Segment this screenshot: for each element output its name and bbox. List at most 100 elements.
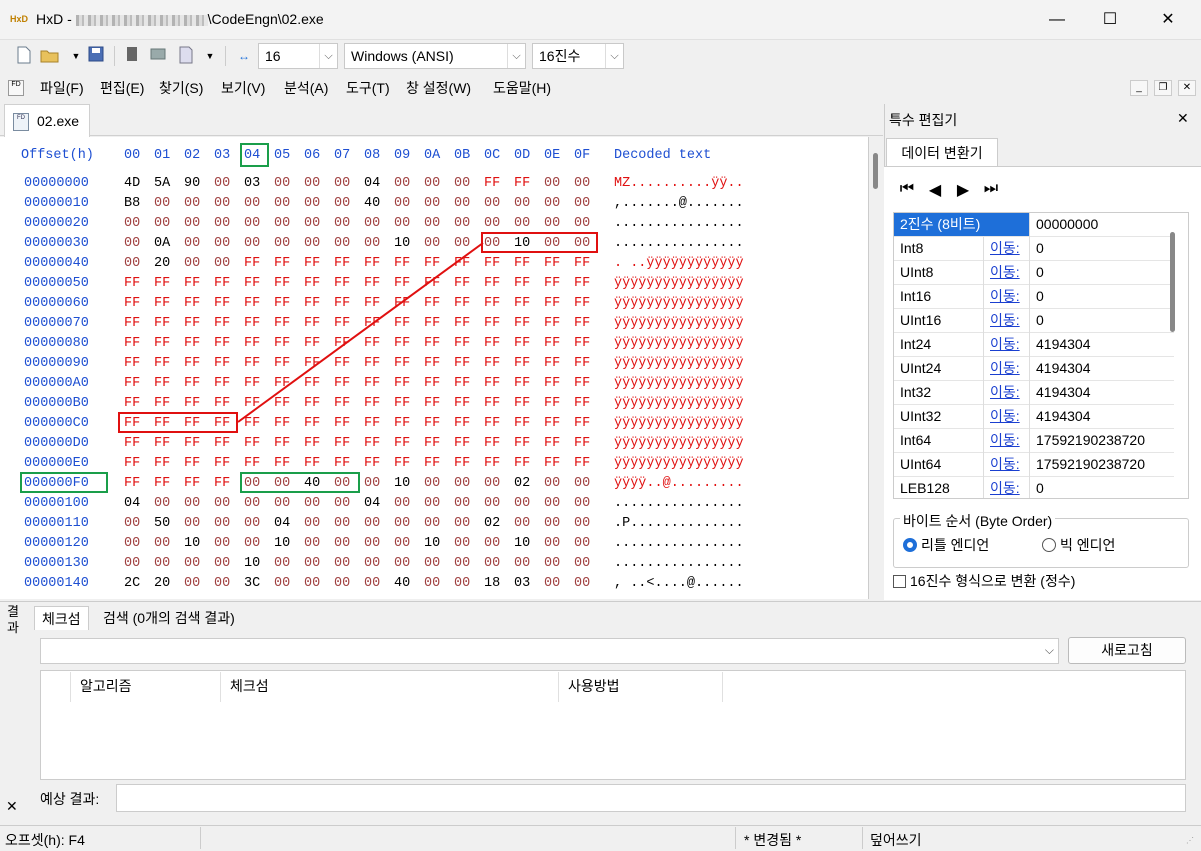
mdi-close-button[interactable]: ✕: [1178, 80, 1196, 96]
dropdown-arrow-icon[interactable]: ▼: [200, 46, 220, 66]
refresh-button[interactable]: 새로고침: [1068, 637, 1186, 664]
inspector-row[interactable]: UInt24 이동: 4194304: [894, 357, 1174, 381]
inspector-value[interactable]: 0: [1036, 261, 1044, 284]
status-separator: [735, 827, 736, 849]
menu-help[interactable]: 도움말(H): [493, 80, 551, 96]
hex-byte: 00: [184, 576, 201, 591]
document-menu-icon[interactable]: FD: [8, 80, 24, 96]
goto-link[interactable]: 이동:: [990, 381, 1020, 404]
memory-icon[interactable]: [148, 46, 168, 66]
close-button[interactable]: ✕: [1145, 0, 1191, 40]
inspector-value[interactable]: 4194304: [1036, 405, 1091, 428]
goto-link[interactable]: 이동:: [990, 285, 1020, 308]
inspector-value[interactable]: 0: [1036, 285, 1044, 308]
hex-file-icon: FD: [13, 113, 29, 131]
inspector-row[interactable]: UInt64 이동: 17592190238720: [894, 453, 1174, 477]
goto-link[interactable]: 이동:: [990, 333, 1020, 356]
column-algorithm[interactable]: 알고리즘: [80, 676, 132, 702]
decoded-text: MZ..........ÿÿ..: [614, 176, 744, 191]
hex-byte: 00: [334, 496, 351, 511]
column-usage[interactable]: 사용방법: [568, 676, 620, 702]
save-icon[interactable]: [86, 46, 106, 66]
hex-byte: FF: [274, 356, 291, 371]
inspector-row[interactable]: UInt16 이동: 0: [894, 309, 1174, 333]
scrollbar-thumb[interactable]: [873, 153, 878, 189]
new-file-icon[interactable]: [14, 46, 34, 66]
menu-analysis[interactable]: 분석(A): [284, 80, 328, 96]
tab-02-exe[interactable]: FD 02.exe: [4, 104, 90, 137]
menu-file[interactable]: 파일(F): [40, 80, 84, 96]
hex-byte: 04: [124, 496, 141, 511]
hex-byte: FF: [274, 376, 291, 391]
inspector-value[interactable]: 17592190238720: [1036, 453, 1145, 476]
hex-format-checkbox[interactable]: 16진수 형식으로 변환 (정수): [893, 571, 1075, 591]
column-checksum[interactable]: 체크섬: [230, 676, 269, 702]
hex-byte: FF: [484, 416, 501, 431]
inspector-row[interactable]: Int64 이동: 17592190238720: [894, 429, 1174, 453]
little-endian-radio[interactable]: 리틀 엔디언: [903, 535, 989, 555]
big-endian-radio[interactable]: 빅 엔디언: [1042, 535, 1115, 555]
inspector-row[interactable]: Int24 이동: 4194304: [894, 333, 1174, 357]
hex-byte: 00: [394, 496, 411, 511]
menu-tools[interactable]: 도구(T): [346, 80, 390, 96]
close-icon[interactable]: ✕: [6, 798, 18, 815]
maximize-button[interactable]: ☐: [1087, 0, 1133, 40]
mdi-minimize-button[interactable]: _: [1130, 80, 1148, 96]
goto-link[interactable]: 이동:: [990, 309, 1020, 332]
menu-edit[interactable]: 편집(E): [100, 80, 144, 96]
hex-byte: FF: [304, 416, 321, 431]
inspector-scrollbar-thumb[interactable]: [1170, 232, 1175, 332]
last-icon[interactable]: ⏭: [981, 180, 1001, 198]
inspector-row[interactable]: LEB128 이동: 0: [894, 477, 1174, 498]
inspector-value[interactable]: 0: [1036, 309, 1044, 332]
goto-link[interactable]: 이동:: [990, 453, 1020, 476]
encoding-select[interactable]: Windows (ANSI) ⌵: [344, 43, 526, 69]
expected-result-input[interactable]: [116, 784, 1186, 812]
hex-byte: 4D: [124, 176, 141, 191]
minimize-button[interactable]: —: [1034, 0, 1080, 40]
open-folder-icon[interactable]: [40, 46, 60, 66]
goto-link[interactable]: 이동:: [990, 237, 1020, 260]
inspector-row[interactable]: Int16 이동: 0: [894, 285, 1174, 309]
tab-checksum[interactable]: 체크섬: [34, 606, 89, 630]
hex-byte: FF: [214, 276, 231, 291]
goto-link[interactable]: 이동:: [990, 429, 1020, 452]
mdi-restore-button[interactable]: ❐: [1154, 80, 1172, 96]
disk-icon[interactable]: [122, 46, 142, 66]
inspector-row[interactable]: 2진수 (8비트) 00000000: [894, 213, 1174, 237]
bytes-per-row-select[interactable]: 16 ⌵: [258, 43, 338, 69]
tab-search-results[interactable]: 검색 (0개의 검색 결과): [96, 606, 242, 630]
inspector-value[interactable]: 0: [1036, 237, 1044, 260]
resize-grip-icon[interactable]: ⋰: [1186, 836, 1198, 848]
goto-link[interactable]: 이동:: [990, 261, 1020, 284]
goto-link[interactable]: 이동:: [990, 357, 1020, 380]
menu-window[interactable]: 창 설정(W): [406, 80, 471, 96]
inspector-value[interactable]: 4194304: [1036, 333, 1091, 356]
hex-vertical-scrollbar[interactable]: [870, 137, 883, 599]
goto-link[interactable]: 이동:: [990, 405, 1020, 428]
offset-base-select[interactable]: 16진수 ⌵: [532, 43, 624, 69]
close-icon[interactable]: ✕: [1177, 110, 1189, 127]
document-icon[interactable]: [176, 46, 196, 66]
hex-byte: FF: [124, 336, 141, 351]
menu-view[interactable]: 보기(V): [221, 80, 265, 96]
dropdown-arrow-icon[interactable]: ▼: [66, 46, 86, 66]
inspector-value[interactable]: 4194304: [1036, 357, 1091, 380]
inspector-value[interactable]: 0: [1036, 477, 1044, 498]
first-icon[interactable]: ⏮: [897, 180, 917, 198]
inspector-value[interactable]: 00000000: [1036, 213, 1098, 236]
menu-search[interactable]: 찾기(S): [159, 80, 203, 96]
inspector-value[interactable]: 4194304: [1036, 381, 1091, 404]
previous-icon[interactable]: ◀: [925, 180, 945, 200]
inspector-value[interactable]: 17592190238720: [1036, 429, 1145, 452]
checksum-select[interactable]: ⌵: [40, 638, 1059, 664]
inspector-row[interactable]: Int32 이동: 4194304: [894, 381, 1174, 405]
tab-data-inspector[interactable]: 데이터 변환기: [886, 138, 998, 166]
goto-link[interactable]: 이동:: [990, 477, 1020, 498]
inspector-row[interactable]: Int8 이동: 0: [894, 237, 1174, 261]
hex-byte: 02: [484, 516, 501, 531]
next-icon[interactable]: ▶: [953, 180, 973, 200]
inspector-row[interactable]: UInt32 이동: 4194304: [894, 405, 1174, 429]
hex-byte: 10: [514, 536, 531, 551]
inspector-row[interactable]: UInt8 이동: 0: [894, 261, 1174, 285]
